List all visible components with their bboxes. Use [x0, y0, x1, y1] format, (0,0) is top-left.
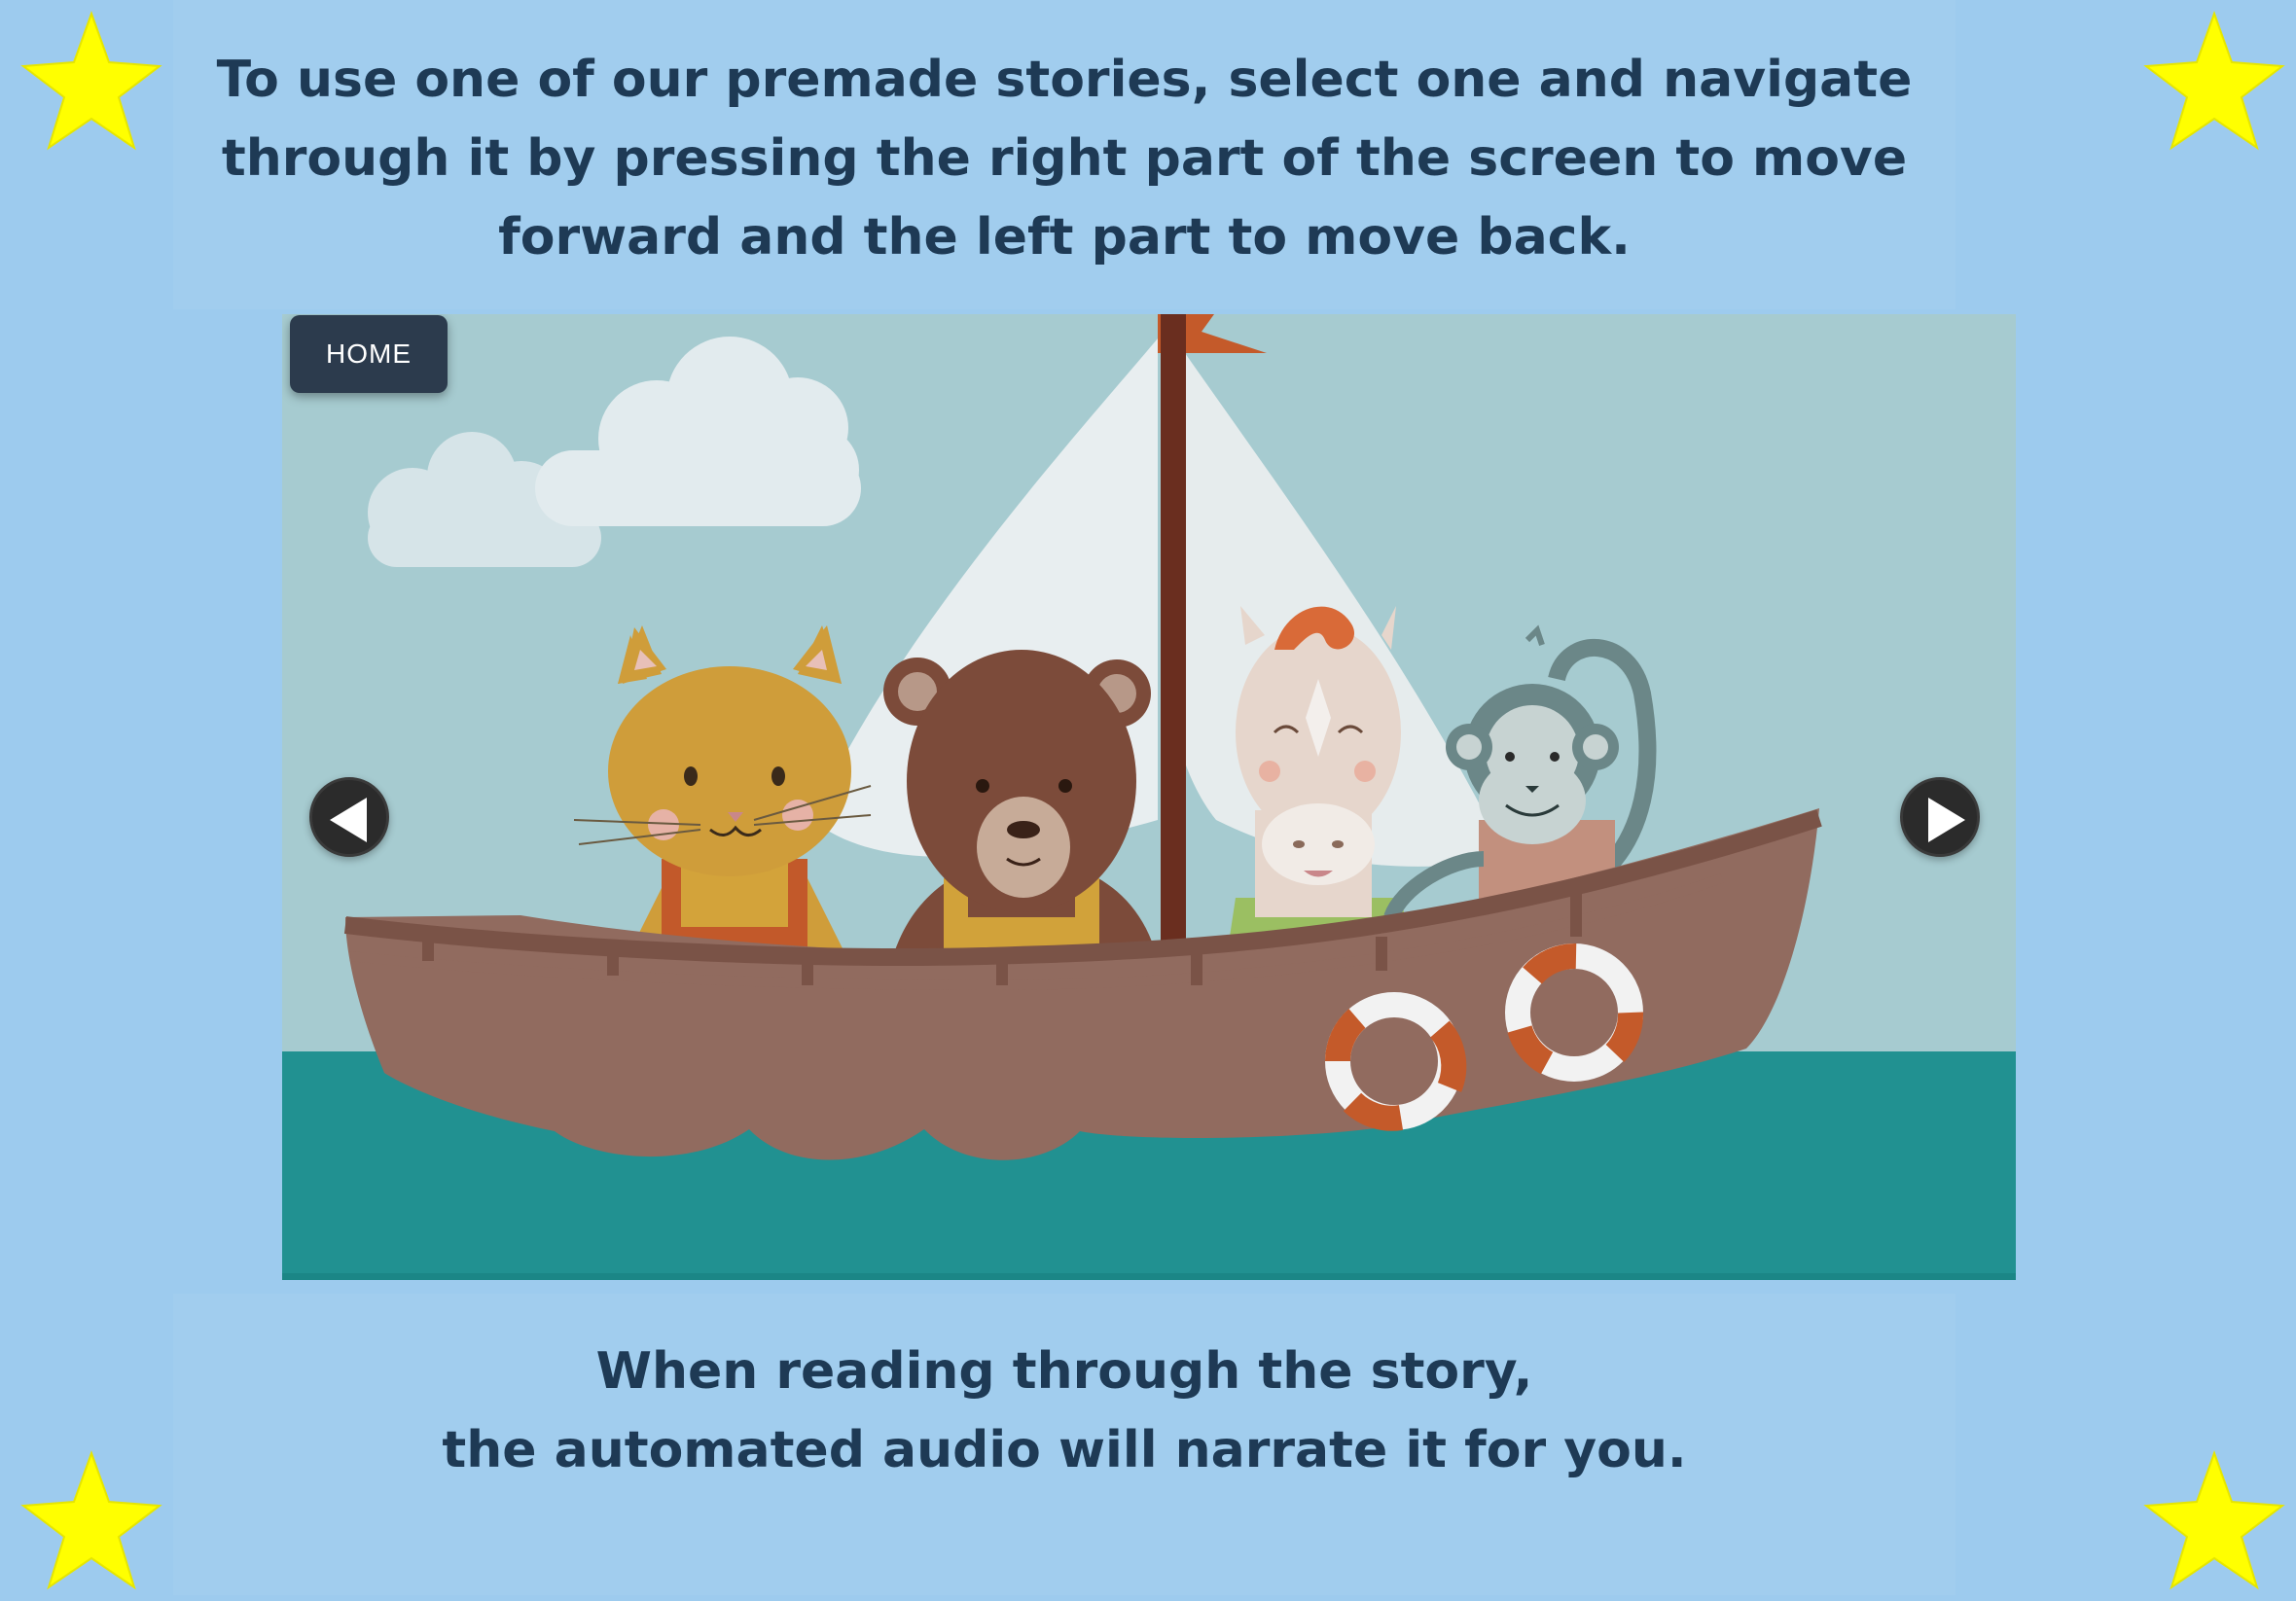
- navigation-instructions: To use one of our premade stories, selec…: [216, 51, 1913, 267]
- star-icon: [20, 11, 162, 151]
- right-triangle-arrow-icon: [1928, 798, 1965, 842]
- story-illustration: [282, 314, 2016, 1280]
- home-button[interactable]: HOME: [290, 315, 448, 393]
- star-icon: [20, 1450, 162, 1590]
- audio-narration-note: When reading through the story, the auto…: [442, 1342, 1687, 1479]
- left-triangle-arrow-icon: [330, 798, 367, 842]
- story-viewer[interactable]: HOME: [282, 314, 2016, 1280]
- previous-page-button[interactable]: [309, 777, 389, 857]
- star-icon: [2143, 11, 2285, 151]
- star-icon: [2143, 1450, 2285, 1590]
- next-page-button[interactable]: [1900, 777, 1980, 857]
